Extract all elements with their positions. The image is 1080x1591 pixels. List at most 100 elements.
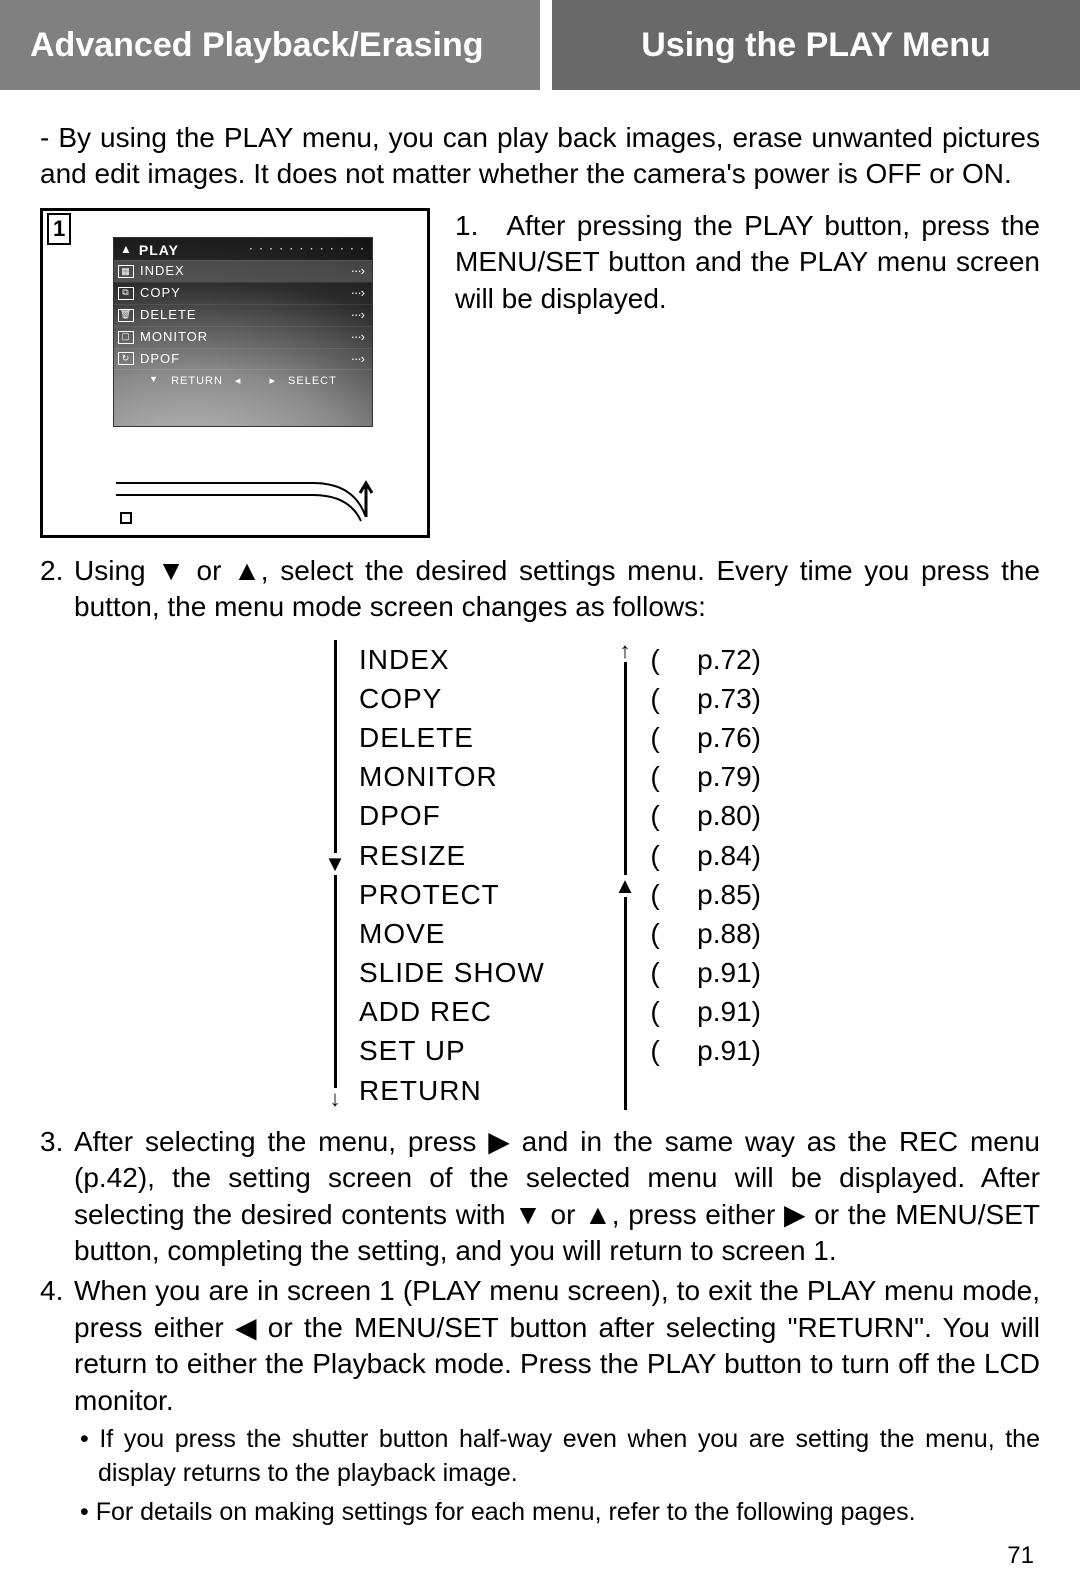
paren: ( <box>649 679 661 718</box>
chevron-down-icon: ▼ <box>149 374 159 388</box>
notes-list: If you press the shutter button half-way… <box>40 1423 1040 1530</box>
step3: 3. After selecting the menu, press ▶ and… <box>40 1124 1040 1270</box>
menu-names: INDEXCOPYDELETEMONITORDPOFRESIZEPROTECTM… <box>355 640 605 1110</box>
trash-icon: 🗑 <box>118 309 134 322</box>
lcd-title: PLAY <box>139 241 179 259</box>
lcd-item: ▢ MONITOR ···› <box>114 326 372 348</box>
chevron-up-icon: ▲ <box>120 242 133 258</box>
header-right: Using the PLAY Menu <box>552 0 1080 90</box>
menu-page: p.72) <box>669 640 761 679</box>
menu-name: DPOF <box>359 796 601 835</box>
dpof-icon: ↻ <box>118 352 134 365</box>
cycle-up-column: ↑ ▲ <box>605 640 645 1110</box>
grid-icon: ▦ <box>118 265 134 278</box>
step-number: 3. <box>40 1124 74 1270</box>
step1-text: 1. After pressing the PLAY button, press… <box>455 208 1040 538</box>
lcd-illustration: 1 ▲ PLAY · · · · · · · · · · · · ▦ INDEX… <box>40 208 430 538</box>
menu-paren-open: ((((((((((( <box>645 640 665 1110</box>
triangle-up-icon: ▲ <box>584 1197 612 1233</box>
arrow-down-icon: ↓ <box>330 1088 341 1110</box>
lcd-item: ▦ INDEX ···› <box>114 260 372 282</box>
arrow-right-icon: ···› <box>351 263 364 280</box>
paren: ( <box>649 914 661 953</box>
step1-row: 1 ▲ PLAY · · · · · · · · · · · · ▦ INDEX… <box>40 208 1040 538</box>
arrow-right-icon: ···› <box>351 307 364 324</box>
triangle-right-icon: ▸ <box>270 374 277 388</box>
t: Using <box>74 555 157 586</box>
paren: ( <box>649 718 661 757</box>
menu-name: MOVE <box>359 914 601 953</box>
lcd-item-label: MONITOR <box>140 329 208 346</box>
header-gap <box>540 0 552 90</box>
lcd-step-number: 1 <box>47 213 71 246</box>
menu-name: DELETE <box>359 718 601 757</box>
menu-pages: p.72)p.73)p.76)p.79)p.80)p.84)p.85)p.88)… <box>665 640 765 1110</box>
lcd-item-label: DELETE <box>140 307 197 324</box>
triangle-right-icon: ▶ <box>784 1197 806 1233</box>
step2: 2. Using ▼ or ▲, select the desired sett… <box>40 553 1040 626</box>
arrow-up-icon: ↑ <box>620 640 631 662</box>
triangle-right-icon: ▶ <box>488 1124 510 1160</box>
menu-name: ADD REC <box>359 992 601 1031</box>
menu-cycle-table: ▼ ↓ INDEXCOPYDELETEMONITORDPOFRESIZEPROT… <box>40 640 1040 1110</box>
triangle-down-icon: ▼ <box>157 553 185 589</box>
paren: ( <box>649 875 661 914</box>
intro-text: - By using the PLAY menu, you can play b… <box>40 120 1040 193</box>
triangle-left-icon: ◀ <box>235 1310 257 1346</box>
menu-page: p.91) <box>669 992 761 1031</box>
paren: ( <box>649 1031 661 1070</box>
menu-page: p.85) <box>669 875 761 914</box>
page-number: 71 <box>40 1536 1040 1571</box>
menu-page: p.88) <box>669 914 761 953</box>
menu-page: p.79) <box>669 757 761 796</box>
header-left: Advanced Playback/Erasing <box>0 0 540 90</box>
menu-page: p.91) <box>669 1031 761 1070</box>
lcd-item: ⧉ COPY ···› <box>114 282 372 304</box>
menu-name: RETURN <box>359 1071 601 1110</box>
menu-page: p.84) <box>669 836 761 875</box>
menu-name: MONITOR <box>359 757 601 796</box>
lcd-item-label: INDEX <box>140 263 185 280</box>
t: After selecting the menu, press <box>74 1126 488 1157</box>
lcd-footer-right: SELECT <box>288 374 337 388</box>
arrow-right-icon: ···› <box>351 285 364 302</box>
menu-page <box>669 1071 761 1110</box>
lcd-item-label: DPOF <box>140 351 180 368</box>
page-header: Advanced Playback/Erasing Using the PLAY… <box>0 0 1080 90</box>
lcd-screen: ▲ PLAY · · · · · · · · · · · · ▦ INDEX ·… <box>113 237 373 427</box>
copy-icon: ⧉ <box>118 287 134 300</box>
lcd-item: ↻ DPOF ···› <box>114 348 372 370</box>
note-item: If you press the shutter button half-way… <box>80 1423 1040 1491</box>
monitor-icon: ▢ <box>118 331 134 344</box>
step-number: 2. <box>40 553 74 626</box>
arrow-right-icon: ···› <box>351 351 364 368</box>
paren: ( <box>649 836 661 875</box>
lcd-footer: ▼ RETURN ◂ ▸ SELECT <box>114 369 372 388</box>
lcd-item: 🗑 DELETE ···› <box>114 304 372 326</box>
note-item: For details on making settings for each … <box>80 1496 1040 1530</box>
triangle-left-icon: ◂ <box>235 374 242 388</box>
paren <box>649 1071 661 1110</box>
step4-text: When you are in screen 1 (PLAY menu scre… <box>74 1273 1040 1419</box>
arrow-right-icon: ···› <box>351 329 364 346</box>
t: or <box>185 555 233 586</box>
t: , press either <box>612 1199 784 1230</box>
menu-name: SET UP <box>359 1031 601 1070</box>
step4: 4. When you are in screen 1 (PLAY menu s… <box>40 1273 1040 1419</box>
lcd-item-label: COPY <box>140 285 181 302</box>
triangle-up-icon: ▲ <box>614 875 636 897</box>
menu-name: COPY <box>359 679 601 718</box>
cycle-down-column: ▼ ↓ <box>315 640 355 1110</box>
menu-page: p.73) <box>669 679 761 718</box>
camera-body-illustration <box>113 455 373 525</box>
menu-name: SLIDE SHOW <box>359 953 601 992</box>
step2-text: Using ▼ or ▲, select the desired setting… <box>74 553 1040 626</box>
paren: ( <box>649 640 661 679</box>
menu-name: PROTECT <box>359 875 601 914</box>
paren: ( <box>649 953 661 992</box>
paren: ( <box>649 757 661 796</box>
menu-page: p.76) <box>669 718 761 757</box>
intro: - By using the PLAY menu, you can play b… <box>40 122 1040 189</box>
paren: ( <box>649 796 661 835</box>
lcd-dots: · · · · · · · · · · · · <box>249 243 366 256</box>
